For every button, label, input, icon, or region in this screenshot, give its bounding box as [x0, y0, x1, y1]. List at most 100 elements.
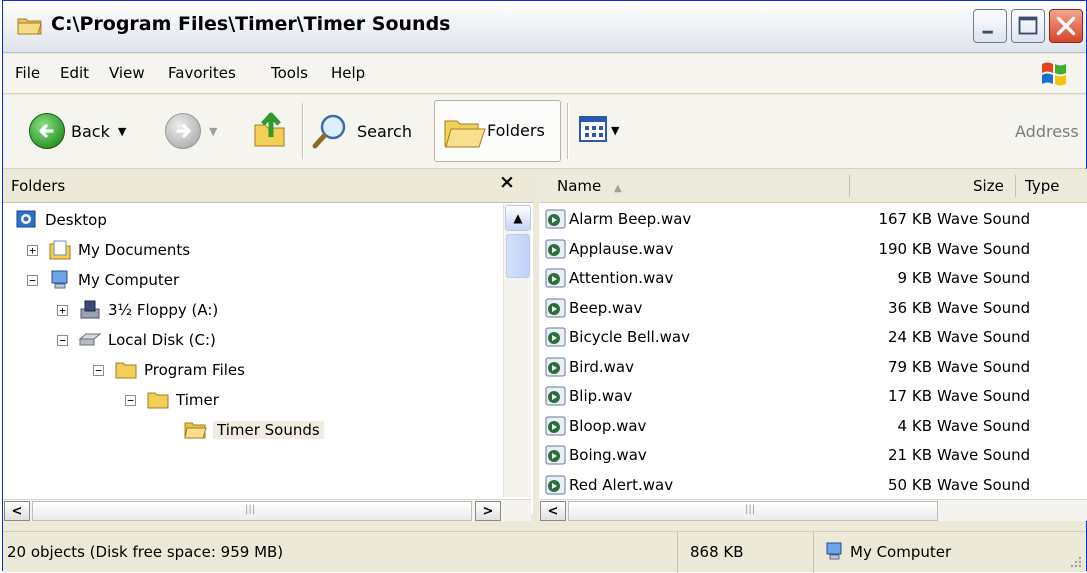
- scroll-grip-icon: |||: [245, 504, 256, 515]
- back-dropdown-arrow-icon[interactable]: ▼: [118, 125, 126, 138]
- my-computer-icon: [826, 542, 842, 560]
- file-size: 4 KB: [897, 417, 932, 435]
- file-name-label: Alarm Beep.wav: [569, 210, 692, 228]
- resize-grip-icon[interactable]: [1068, 554, 1082, 568]
- folder-icon: [17, 18, 42, 35]
- forward-button[interactable]: ▼: [165, 113, 217, 149]
- scroll-left-arrow-icon[interactable]: <: [540, 501, 566, 521]
- file-row[interactable]: Bloop.wav 4 KB Wave Sound: [539, 411, 1087, 441]
- column-header-name[interactable]: Name ▲: [557, 177, 622, 195]
- file-size: 50 KB: [888, 476, 932, 494]
- file-row[interactable]: Alarm Beep.wav 167 KB Wave Sound: [539, 204, 1087, 234]
- back-label: Back: [71, 121, 110, 141]
- file-row[interactable]: Red Alert.wav 50 KB Wave Sound: [539, 470, 1087, 500]
- back-button[interactable]: Back ▼: [29, 113, 126, 149]
- windows-logo-icon: [1042, 62, 1066, 86]
- file-type: Wave Sound: [937, 358, 1031, 376]
- menu-bar: File Edit View Favorites Tools Help: [3, 54, 1086, 94]
- tree-item-label: Timer Sounds: [213, 421, 324, 439]
- my-documents-icon: [49, 240, 71, 260]
- scroll-grip-icon: |||: [745, 504, 756, 515]
- address-label[interactable]: Address: [1015, 122, 1079, 141]
- wave-sound-file-icon: [545, 268, 566, 288]
- folder-tree-vertical-scrollbar[interactable]: ▲: [503, 204, 531, 497]
- tree-item-floppy[interactable]: + 3½ Floppy (A:): [57, 296, 218, 324]
- scroll-right-arrow-icon[interactable]: >: [475, 501, 501, 521]
- folder-tree-horizontal-scrollbar[interactable]: < ||| >: [3, 499, 531, 521]
- wave-sound-file-icon: [545, 475, 566, 495]
- floppy-drive-icon: [80, 300, 100, 319]
- menu-tools[interactable]: Tools: [271, 64, 308, 82]
- tree-item-my-documents[interactable]: + My Documents: [27, 236, 190, 264]
- file-row[interactable]: Boing.wav 21 KB Wave Sound: [539, 440, 1087, 470]
- file-name-label: Attention.wav: [569, 269, 674, 287]
- tree-item-label: Local Disk (C:): [108, 331, 216, 349]
- tree-item-program-files[interactable]: − Program Files: [93, 356, 245, 384]
- file-type: Wave Sound: [937, 240, 1031, 258]
- file-row[interactable]: Attention.wav 9 KB Wave Sound: [539, 263, 1087, 293]
- views-dropdown-arrow-icon[interactable]: ▼: [611, 124, 619, 137]
- forward-dropdown-arrow-icon[interactable]: ▼: [209, 125, 217, 138]
- column-header-size[interactable]: Size: [973, 177, 1004, 195]
- file-row[interactable]: Beep.wav 36 KB Wave Sound: [539, 293, 1087, 323]
- file-name-label: Bloop.wav: [569, 417, 647, 435]
- title-bar[interactable]: C:\Program Files\Timer\Timer Sounds: [3, 1, 1086, 53]
- menu-view[interactable]: View: [109, 64, 145, 82]
- file-row[interactable]: Bird.wav 79 KB Wave Sound: [539, 352, 1087, 382]
- folders-pane-close-icon[interactable]: ×: [499, 171, 515, 193]
- minimize-button[interactable]: [973, 9, 1007, 43]
- explorer-window: C:\Program Files\Timer\Timer Sounds File…: [2, 0, 1087, 573]
- open-folder-icon: [184, 422, 207, 439]
- wave-sound-file-icon: [545, 445, 566, 465]
- wave-sound-file-icon: [545, 416, 566, 436]
- column-separator[interactable]: [1015, 175, 1016, 197]
- expand-toggle-icon[interactable]: +: [27, 244, 38, 256]
- collapse-toggle-icon[interactable]: −: [125, 394, 136, 406]
- views-button[interactable]: ▼: [579, 115, 619, 145]
- file-row[interactable]: Applause.wav 190 KB Wave Sound: [539, 234, 1087, 264]
- status-zone-text: My Computer: [850, 543, 952, 561]
- up-folder-button[interactable]: [253, 109, 289, 149]
- collapse-toggle-icon[interactable]: −: [57, 334, 68, 346]
- scroll-up-arrow-icon[interactable]: ▲: [505, 205, 531, 231]
- wave-sound-file-icon: [545, 298, 566, 318]
- folders-button[interactable]: Folders: [434, 100, 561, 162]
- wave-sound-file-icon: [545, 209, 566, 229]
- maximize-button[interactable]: [1011, 9, 1045, 43]
- folders-pane-header: Folders ×: [3, 169, 533, 203]
- tree-item-label: Desktop: [45, 211, 107, 229]
- tree-item-timer-sounds[interactable]: Timer Sounds: [183, 416, 324, 444]
- file-row[interactable]: Bicycle Bell.wav 24 KB Wave Sound: [539, 322, 1087, 352]
- tree-item-desktop[interactable]: Desktop: [15, 206, 107, 234]
- file-name-label: Applause.wav: [569, 240, 674, 258]
- sort-ascending-icon: ▲: [614, 183, 622, 194]
- search-button[interactable]: Search: [311, 111, 412, 151]
- tree-item-local-disk[interactable]: − Local Disk (C:): [57, 326, 216, 354]
- menu-favorites[interactable]: Favorites: [168, 64, 236, 82]
- collapse-toggle-icon[interactable]: −: [93, 364, 104, 376]
- file-name-label: Boing.wav: [569, 446, 647, 464]
- file-size: 167 KB: [878, 210, 932, 228]
- file-list-horizontal-scrollbar[interactable]: < |||: [539, 499, 1087, 521]
- column-header-name-label: Name: [557, 177, 602, 195]
- scroll-thumb[interactable]: |||: [568, 501, 938, 521]
- menu-help[interactable]: Help: [331, 64, 365, 82]
- tree-item-my-computer[interactable]: − My Computer: [27, 266, 179, 294]
- column-header-type[interactable]: Type: [1025, 177, 1059, 195]
- status-cell-objects: 20 objects (Disk free space: 959 MB): [3, 532, 678, 573]
- column-separator[interactable]: [849, 175, 850, 197]
- scroll-thumb[interactable]: [506, 234, 530, 278]
- wave-sound-file-icon: [545, 357, 566, 377]
- tree-item-label: My Documents: [78, 241, 191, 259]
- expand-toggle-icon[interactable]: +: [57, 304, 68, 316]
- up-folder-icon: [254, 112, 285, 147]
- menu-edit[interactable]: Edit: [60, 64, 89, 82]
- file-row[interactable]: Blip.wav 17 KB Wave Sound: [539, 381, 1087, 411]
- close-button[interactable]: [1049, 9, 1083, 43]
- tree-item-label: My Computer: [78, 271, 180, 289]
- scroll-thumb[interactable]: |||: [32, 501, 472, 521]
- collapse-toggle-icon[interactable]: −: [27, 274, 38, 286]
- menu-file[interactable]: File: [15, 64, 40, 82]
- scroll-left-arrow-icon[interactable]: <: [4, 501, 30, 521]
- tree-item-timer[interactable]: − Timer: [125, 386, 219, 414]
